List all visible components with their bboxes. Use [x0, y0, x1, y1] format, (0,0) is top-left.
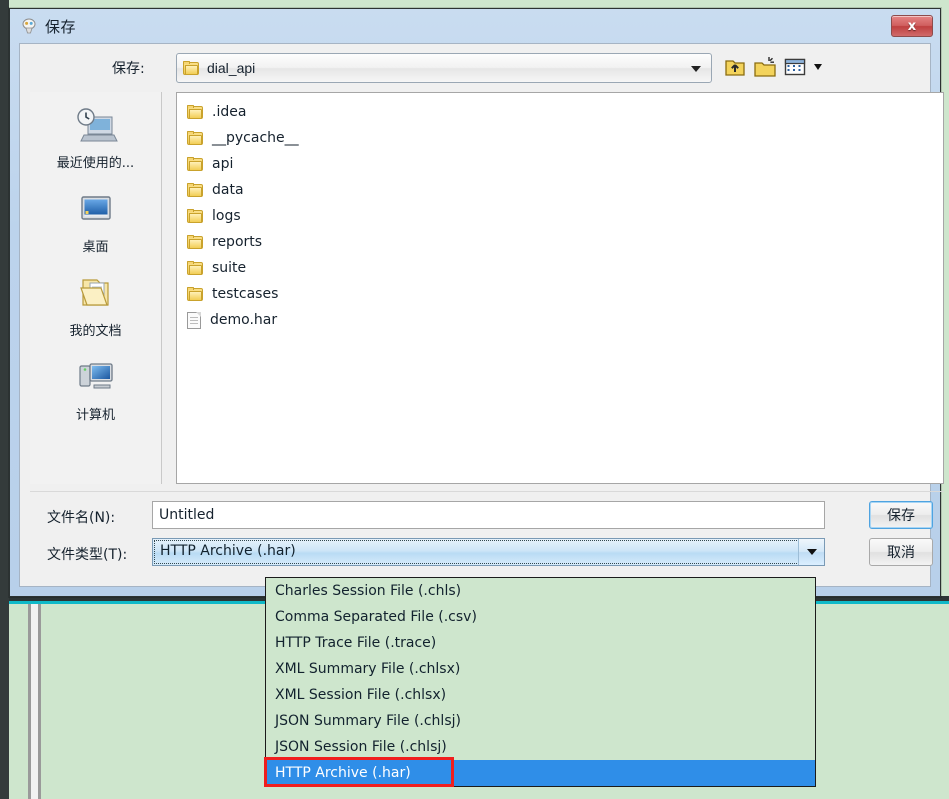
file-list-item[interactable]: reports [183, 229, 943, 255]
places-sidebar: 最近使用的... 桌面 我的文档 计算机 [30, 92, 162, 484]
file-list-item[interactable]: __pycache__ [183, 125, 943, 151]
file-type-label: 文件类型(T): [47, 547, 128, 563]
dialog-titlebar[interactable]: 保存 [10, 9, 940, 43]
folder-icon [187, 209, 203, 223]
file-list-item-label: api [212, 156, 234, 172]
file-list-item[interactable]: .idea [183, 99, 943, 125]
sidebar-item-recent[interactable]: 最近使用的... [37, 104, 155, 188]
file-list-item-label: .idea [212, 104, 247, 120]
chevron-down-icon [806, 549, 817, 555]
file-list-item[interactable]: data [183, 177, 943, 203]
save-button[interactable]: 保存 [869, 501, 933, 529]
sidebar-item-label: 我的文档 [69, 324, 122, 339]
cancel-button[interactable]: 取消 [869, 538, 933, 566]
file-type-combobox[interactable]: HTTP Archive (.har) [152, 538, 825, 566]
recent-items-icon [74, 104, 118, 150]
file-list-item[interactable]: api [183, 151, 943, 177]
charles-app-icon [20, 17, 38, 35]
dropdown-option[interactable]: JSON Summary File (.chlsj) [266, 708, 815, 734]
dropdown-option[interactable]: XML Session File (.chlsx) [266, 682, 815, 708]
file-list-item[interactable]: logs [183, 203, 943, 229]
sidebar-item-label: 计算机 [75, 408, 115, 423]
file-list-item[interactable]: demo.har [183, 307, 943, 333]
file-list-item-label: __pycache__ [212, 130, 299, 146]
view-menu-icon[interactable] [783, 55, 807, 79]
app-background: 保存 x 保存: dial_api 最近使用的... 桌面 我的文档 计算机 .… [0, 0, 949, 799]
file-list-item-label: logs [212, 208, 241, 224]
file-list-item-label: data [212, 182, 244, 198]
chevron-down-icon [691, 66, 701, 72]
dropdown-option[interactable]: Charles Session File (.chls) [266, 578, 815, 604]
folder-icon [187, 261, 203, 275]
folder-icon [187, 183, 203, 197]
folder-icon [183, 61, 199, 75]
up-one-level-icon[interactable] [723, 55, 747, 79]
computer-icon [74, 356, 118, 402]
document-icon [187, 311, 201, 329]
sidebar-item-computer[interactable]: 计算机 [37, 356, 155, 440]
file-list-item[interactable]: testcases [183, 281, 943, 307]
view-menu-chevron-icon[interactable] [814, 64, 822, 70]
file-type-value: HTTP Archive (.har) [160, 543, 296, 559]
app-panel-divider-right [38, 604, 41, 799]
dropdown-option[interactable]: Comma Separated File (.csv) [266, 604, 815, 630]
file-list-item-label: suite [212, 260, 247, 276]
save-dialog: 保存 x 保存: dial_api 最近使用的... 桌面 我的文档 计算机 .… [9, 8, 944, 597]
sidebar-item-label: 最近使用的... [56, 156, 135, 171]
file-list-item-label: testcases [212, 286, 279, 302]
app-left-edge [0, 0, 9, 799]
save-in-row: 保存: dial_api [20, 53, 930, 83]
sidebar-item-desktop[interactable]: 桌面 [37, 188, 155, 272]
app-panel-gap [31, 604, 38, 799]
save-in-label: 保存: [112, 61, 145, 77]
file-type-dropdown-list[interactable]: Charles Session File (.chls) Comma Separa… [264, 577, 816, 787]
file-list-item[interactable]: suite [183, 255, 943, 281]
close-button[interactable]: x [891, 15, 933, 37]
folder-icon [187, 287, 203, 301]
desktop-icon [74, 188, 118, 234]
folder-icon [187, 157, 203, 171]
dropdown-option[interactable]: HTTP Archive (.har) [266, 760, 815, 786]
folder-icon [187, 131, 203, 145]
file-name-label: 文件名(N): [47, 510, 116, 526]
form-separator [30, 491, 944, 492]
dialog-content: 保存: dial_api 最近使用的... 桌面 我的文档 计算机 .idea … [19, 43, 944, 587]
file-type-dropdown-button[interactable] [798, 539, 824, 565]
directory-combobox[interactable]: dial_api [176, 53, 712, 83]
folder-icon [187, 105, 203, 119]
folder-icon [187, 235, 203, 249]
file-name-input[interactable]: Untitled [152, 501, 825, 529]
new-folder-icon[interactable] [753, 55, 777, 79]
dialog-toolbar [723, 55, 822, 79]
file-list-item-label: reports [212, 234, 263, 250]
dialog-title: 保存 [45, 17, 77, 36]
dropdown-option[interactable]: JSON Session File (.chlsj) [266, 734, 815, 760]
sidebar-item-label: 桌面 [82, 240, 109, 255]
my-documents-icon [74, 272, 118, 318]
dropdown-option[interactable]: XML Summary File (.chlsx) [266, 656, 815, 682]
close-icon: x [907, 18, 917, 34]
app-panel-divider-left [28, 604, 31, 799]
file-list-item-label: demo.har [210, 312, 278, 328]
sidebar-item-my-documents[interactable]: 我的文档 [37, 272, 155, 356]
file-list[interactable]: .idea __pycache__api data logs reports suite t… [176, 92, 944, 484]
dropdown-option[interactable]: HTTP Trace File (.trace) [266, 630, 815, 656]
current-directory-label: dial_api [207, 60, 256, 76]
